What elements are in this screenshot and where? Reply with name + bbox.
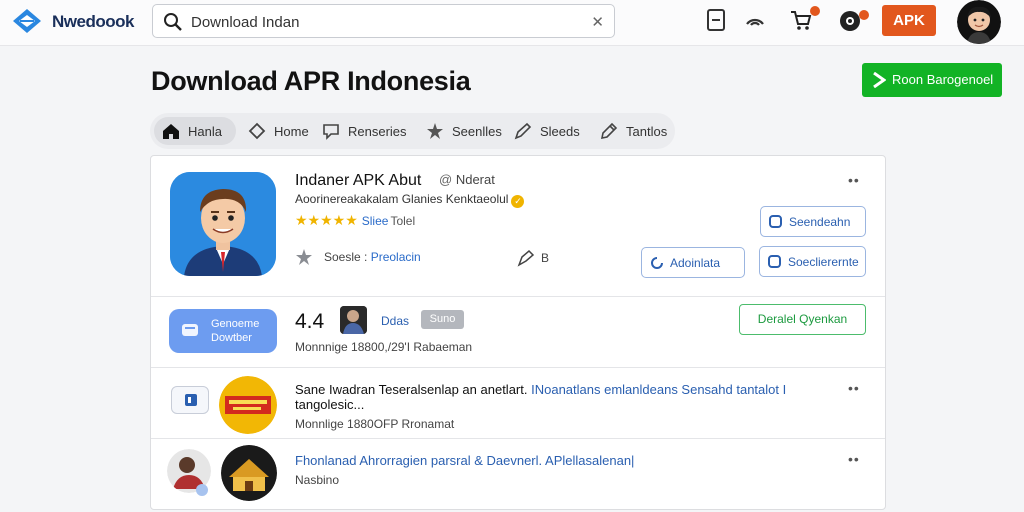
- tab-sleeds[interactable]: Sleeds: [506, 117, 586, 145]
- apk-button[interactable]: APK: [882, 5, 936, 36]
- tab-label: Hanla: [188, 124, 222, 139]
- headline-link[interactable]: APlellasalenan|: [545, 453, 634, 468]
- developer-name: Nderat: [455, 172, 495, 187]
- more-options-icon[interactable]: ••: [848, 451, 860, 467]
- tab-renseries[interactable]: Renseries: [314, 117, 414, 145]
- document-icon[interactable]: [704, 8, 728, 32]
- button-label: Adoinlata: [670, 256, 721, 270]
- primary-action-label: Roon Barogenoel: [892, 72, 994, 87]
- app-card: Indaner APK Abut @ Nderat Aoorinereakaka…: [150, 155, 886, 510]
- tab-label: Sleeds: [540, 124, 580, 139]
- headline-link[interactable]: Fhonlanad Ahrorragien parsral & Daevnerl…: [295, 453, 542, 468]
- tab-home[interactable]: Home: [240, 117, 312, 145]
- at-icon: @: [439, 172, 453, 187]
- signal-icon[interactable]: [743, 8, 767, 32]
- button-label: Soeclierernte: [788, 255, 859, 269]
- rating-value: 4.4: [295, 310, 325, 333]
- logo-icon[interactable]: [12, 8, 42, 34]
- camera-icon[interactable]: [838, 8, 862, 32]
- rating-link[interactable]: Sliee: [362, 214, 389, 228]
- refresh-icon: [651, 257, 663, 269]
- square-icon: [768, 255, 781, 268]
- download-label-1: Genoeme: [211, 318, 260, 330]
- rating-source[interactable]: Ddas: [381, 314, 409, 328]
- promo-thumbnail: [219, 376, 277, 434]
- tab-tantlos[interactable]: Tantlos: [592, 117, 672, 145]
- list-meta: Nasbino: [295, 473, 340, 487]
- divider: [151, 438, 885, 439]
- app-subtitle-text: Aoorinereakakalam Glanies Kenktaeolul: [295, 192, 509, 206]
- chat-icon: [323, 124, 339, 140]
- headline-cont: tangolesic...: [295, 397, 365, 412]
- more-options-icon[interactable]: ••: [848, 172, 860, 188]
- divider: [151, 296, 885, 297]
- cart-badge: [810, 6, 820, 16]
- button-label: Seendeahn: [789, 215, 851, 229]
- diamond-icon: [248, 122, 266, 140]
- primary-action-button[interactable]: Roon Barogenoel: [862, 63, 1002, 97]
- search-bar: ✕: [152, 4, 615, 38]
- favorite-star-icon[interactable]: [295, 248, 313, 266]
- status-badge: Suno: [421, 310, 464, 329]
- headline-link[interactable]: INoanatlans emlanldeans Sensahd tantalot…: [531, 382, 786, 397]
- notification-badge: [859, 10, 869, 20]
- download-label-2: Dowtber: [211, 332, 252, 344]
- headline-text: Sane Iwadran Teseralsenlap an anetlart.: [295, 382, 528, 397]
- page-title: Download APR Indonesia: [151, 66, 471, 96]
- more-options-icon[interactable]: ••: [848, 380, 860, 396]
- share-count: B: [541, 251, 550, 265]
- rating-label: Tolel: [390, 214, 416, 228]
- secondary-button-top[interactable]: Seendeahn: [760, 206, 866, 237]
- app-subtitle: Aoorinereakakalam Glanies Kenktaeolul ✓: [295, 192, 525, 208]
- secondary-button-mid-left[interactable]: Adoinlata: [641, 247, 745, 278]
- tab-label: Seenlles: [452, 124, 502, 139]
- search-icon: [164, 13, 182, 31]
- link-icon: [196, 484, 208, 496]
- developer-thumbnail[interactable]: [340, 306, 367, 334]
- tab-label: Tantlos: [626, 124, 668, 139]
- list-meta: Monnlige 1880OFP Rronamat: [295, 417, 455, 431]
- list-headline: Sane Iwadran Teseralsenlap an anetlart. …: [295, 382, 843, 412]
- pen-icon: [514, 122, 532, 140]
- rating-stars: ★★★★★: [295, 212, 358, 228]
- list-item[interactable]: Fhonlanad Ahrorragien parsral & Daevnerl…: [151, 441, 885, 511]
- logo-text[interactable]: Nwedoook: [52, 12, 134, 32]
- tab-hanla[interactable]: Hanla: [154, 117, 236, 145]
- square-icon: [769, 215, 782, 228]
- star-icon: [427, 123, 443, 139]
- developer-info[interactable]: @ Nderat: [439, 172, 495, 187]
- download-meta: Monnnige 18800,/29'I Rabaeman: [295, 340, 473, 354]
- secondary-button-mid-right[interactable]: Soeclierernte: [759, 246, 866, 277]
- search-input[interactable]: [191, 11, 571, 33]
- tab-seenlles[interactable]: Seenlles: [418, 117, 502, 145]
- list-headline: Fhonlanad Ahrorragien parsral & Daevnerl…: [295, 453, 843, 468]
- tab-label: Renseries: [348, 124, 407, 139]
- tab-label: Home: [274, 124, 309, 139]
- article-thumbnail: [221, 445, 277, 501]
- apk-file-icon: [171, 386, 209, 414]
- app-icon[interactable]: [170, 172, 276, 276]
- install-button[interactable]: Deralel Qyenkan: [739, 304, 866, 335]
- pencil-icon: [600, 122, 618, 140]
- clear-search-icon[interactable]: ✕: [591, 13, 604, 31]
- top-bar: Nwedoook ✕ APK: [0, 0, 1024, 46]
- app-title[interactable]: Indaner APK Abut: [295, 172, 421, 190]
- divider: [151, 367, 885, 368]
- star-rating: ★★★★★ Sliee Tolel: [295, 212, 415, 229]
- user-avatar[interactable]: [957, 0, 1001, 44]
- list-item[interactable]: Sane Iwadran Teseralsenlap an anetlart. …: [151, 370, 885, 440]
- category-tabs: Hanla Home Renseries Seenlles Sleeds Tan…: [150, 113, 675, 149]
- meta-link[interactable]: Preolacin: [371, 250, 421, 264]
- download-button[interactable]: Genoeme Dowtber: [169, 309, 277, 353]
- home-icon: [163, 124, 179, 139]
- chevron-right-icon: [873, 72, 886, 88]
- meta-prefix: Soesle :: [324, 250, 368, 264]
- share-icon: [517, 249, 535, 267]
- verified-icon: ✓: [511, 195, 525, 208]
- app-meta: Soesle : Preolacin: [324, 250, 421, 264]
- download-icon: [182, 324, 198, 336]
